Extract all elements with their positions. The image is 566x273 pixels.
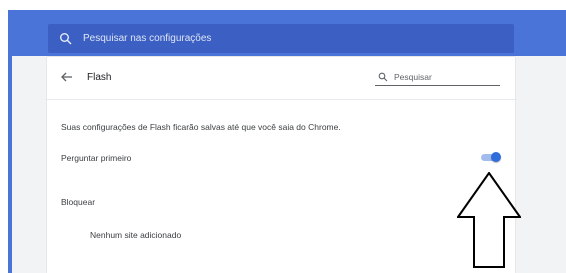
settings-search-placeholder: Pesquisar nas configurações bbox=[83, 33, 212, 44]
settings-search-input[interactable]: Pesquisar nas configurações bbox=[48, 24, 514, 53]
window-left-edge bbox=[8, 10, 12, 273]
search-icon bbox=[378, 72, 388, 81]
divider bbox=[47, 99, 515, 100]
page-search-input[interactable]: Pesquisar bbox=[375, 68, 500, 86]
up-arrow-annotation bbox=[457, 172, 521, 268]
block-section-heading: Bloquear bbox=[61, 197, 96, 207]
arrow-back-icon[interactable] bbox=[60, 70, 74, 84]
ask-first-toggle[interactable] bbox=[480, 151, 502, 163]
block-empty-label: Nenhum site adicionado bbox=[90, 230, 182, 240]
page-title: Flash bbox=[87, 72, 112, 83]
page-search-placeholder: Pesquisar bbox=[394, 71, 432, 82]
search-icon bbox=[60, 32, 72, 44]
flash-info-text: Suas configurações de Flash ficarão salv… bbox=[61, 122, 341, 132]
toggle-knob bbox=[491, 152, 501, 162]
ask-first-label: Perguntar primeiro bbox=[61, 153, 132, 163]
flash-settings-card bbox=[47, 57, 515, 273]
